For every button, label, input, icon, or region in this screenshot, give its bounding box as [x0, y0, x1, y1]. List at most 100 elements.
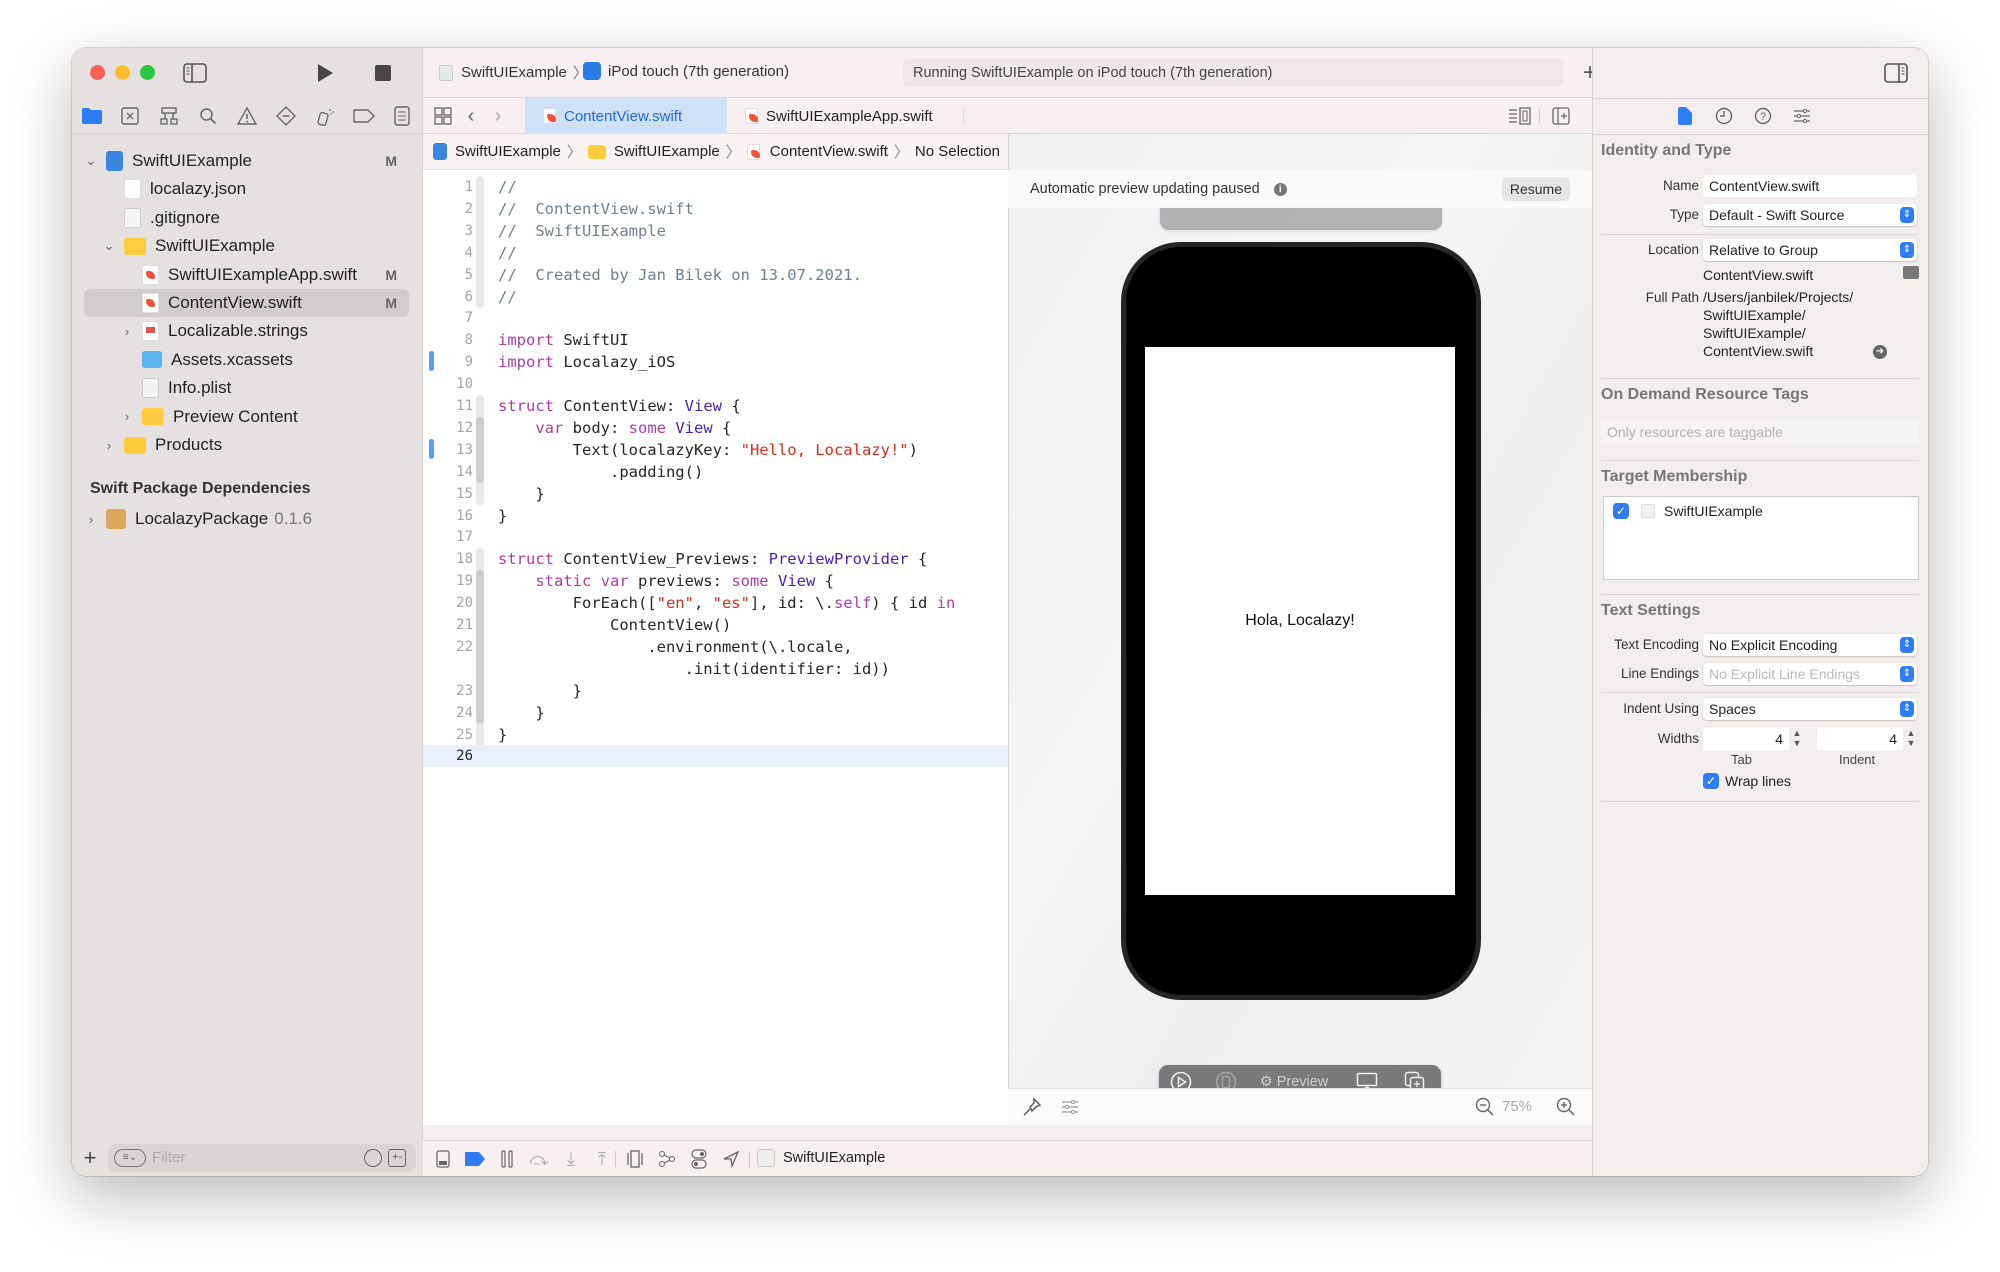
filter-input[interactable]: ≡⌄ Filter +- [108, 1144, 416, 1172]
step-out-icon[interactable]: ⤒ [590, 1147, 614, 1171]
chevron-right-icon[interactable]: › [102, 438, 116, 453]
navigator-item[interactable]: ContentView.swift M [84, 289, 409, 317]
indent-width-stepper[interactable]: ▲ ▼ [1905, 728, 1917, 750]
tab-width-field[interactable]: 4 [1703, 728, 1789, 750]
breadcrumb-item[interactable]: No Selection [915, 143, 1000, 160]
environment-overrides-icon[interactable] [687, 1147, 711, 1171]
inspector-panel: ? Identity and Type Name ContentView.swi… [1592, 48, 1928, 1176]
filter-options-icon[interactable]: ≡⌄ [114, 1149, 146, 1167]
forward-icon[interactable]: › [488, 104, 508, 128]
breadcrumb-item[interactable]: SwiftUIExample [614, 143, 720, 160]
source-editor[interactable]: 1 // 2 // ContentView.swift 3 // SwiftUIExamp… [423, 170, 1008, 1125]
target-row[interactable]: ✓ SwiftUIExample [1613, 503, 1763, 519]
resume-button[interactable]: Resume [1501, 177, 1570, 201]
line-endings-popup[interactable]: No Explicit Line Endings ⇕ [1703, 663, 1917, 685]
navigator-item[interactable]: › Products [84, 431, 409, 459]
report-icon[interactable] [390, 104, 414, 128]
chevron-right-icon: 〉 [893, 144, 909, 161]
encoding-popup[interactable]: No Explicit Encoding ⇕ [1703, 634, 1917, 656]
app-icon [757, 1149, 775, 1167]
tab-label: ContentView.swift [564, 107, 683, 125]
navigator-item[interactable]: Assets.xcassets [84, 346, 409, 374]
type-popup[interactable]: Default - Swift Source ⇕ [1703, 204, 1917, 226]
zoom-window-button[interactable] [140, 65, 155, 80]
hide-debug-area-icon[interactable] [431, 1147, 455, 1171]
navigator-item[interactable]: › Localizable.strings [84, 317, 409, 345]
source-control-icon[interactable] [118, 104, 142, 128]
history-icon[interactable] [1712, 104, 1736, 128]
step-over-icon[interactable]: ⤼ [527, 1147, 551, 1171]
wrap-lines-checkbox[interactable]: ✓ Wrap lines [1703, 773, 1791, 789]
zoom-in-icon[interactable] [1554, 1095, 1578, 1119]
help-icon[interactable]: ? [1751, 104, 1775, 128]
project-file-icon [106, 151, 123, 171]
target-checkbox[interactable]: ✓ [1613, 503, 1629, 519]
related-items-icon[interactable] [431, 104, 455, 128]
name-field[interactable]: ContentView.swift [1703, 175, 1917, 197]
stop-icon[interactable] [370, 60, 396, 86]
test-icon[interactable] [274, 104, 298, 128]
close-window-button[interactable] [90, 65, 105, 80]
navigator-item[interactable]: Info.plist [84, 374, 409, 402]
editor-options-icon[interactable] [1507, 104, 1533, 128]
indent-width-field[interactable]: 4 [1817, 728, 1903, 750]
chevron-down-icon[interactable]: ⌄ [102, 238, 116, 254]
breakpoint-icon[interactable] [352, 104, 376, 128]
breadcrumb-item[interactable]: SwiftUIExample [455, 143, 561, 160]
navigator-item[interactable]: ⌄ SwiftUIExample [84, 232, 409, 260]
run-icon[interactable] [312, 60, 338, 86]
indent-popup[interactable]: Spaces ⇕ [1703, 698, 1917, 720]
code-line: 21 ContentView() [423, 614, 1008, 636]
simulate-location-icon[interactable] [719, 1147, 743, 1171]
odr-tags-field[interactable]: Only resources are taggable [1601, 420, 1919, 444]
zoom-out-icon[interactable] [1473, 1095, 1497, 1119]
attributes-icon[interactable] [1790, 104, 1814, 128]
memory-graph-icon[interactable] [655, 1147, 679, 1171]
navigator-item[interactable]: localazy.json [84, 175, 409, 203]
back-icon[interactable]: ‹ [461, 104, 481, 128]
pause-icon[interactable] [495, 1147, 519, 1171]
navigator-item[interactable]: .gitignore [84, 204, 409, 232]
view-hierarchy-icon[interactable] [623, 1147, 647, 1171]
navigator-item[interactable]: › Preview Content [84, 403, 409, 431]
folder-icon[interactable] [80, 104, 104, 128]
tab-width-stepper[interactable]: ▲ ▼ [1791, 728, 1803, 750]
debug-icon[interactable] [313, 104, 337, 128]
navigator-item[interactable]: ⌄ SwiftUIExample M [84, 147, 409, 175]
recent-files-icon[interactable] [364, 1149, 382, 1167]
package-row[interactable]: › LocalazyPackage 0.1.6 [84, 505, 409, 533]
symbol-icon[interactable] [157, 104, 181, 128]
navigator-item[interactable]: SwiftUIExampleApp.swift M [84, 261, 409, 289]
reveal-in-finder-icon[interactable]: ➜ [1873, 345, 1887, 359]
folder-icon[interactable] [1903, 266, 1919, 279]
step-into-icon[interactable]: ⤓ [559, 1147, 583, 1171]
chevron-right-icon[interactable]: › [120, 409, 134, 424]
debug-target[interactable]: SwiftUIExample [757, 1149, 885, 1167]
issue-icon[interactable] [235, 104, 259, 128]
run-destination-selector[interactable]: iPod touch (7th generation) [583, 62, 789, 80]
add-icon[interactable]: + [80, 1145, 100, 1170]
file-icon[interactable] [1673, 104, 1697, 128]
inspector-toggle-icon[interactable] [1883, 60, 1909, 86]
minimize-window-button[interactable] [115, 65, 130, 80]
tab-swiftuiexampleapp-swift[interactable]: SwiftUIExampleApp.swift [727, 98, 957, 134]
source-control-filter-icon[interactable]: +- [388, 1149, 406, 1167]
add-editor-icon[interactable] [1549, 104, 1573, 128]
chevron-down-icon[interactable]: ⌄ [84, 153, 98, 169]
code-line: 15 } [423, 483, 1008, 505]
sidebar-toggle-icon[interactable] [182, 60, 208, 86]
breakpoints-toggle-icon[interactable] [463, 1147, 487, 1171]
popup-arrows-icon: ⇕ [1900, 637, 1914, 653]
code-line: 5 // Created by Jan Bilek on 13.07.2021. [423, 264, 1008, 286]
breadcrumb-item[interactable]: ContentView.swift [770, 143, 888, 160]
tab-contentview-swift[interactable]: ContentView.swift [525, 98, 727, 134]
search-icon[interactable] [196, 104, 220, 128]
chevron-right-icon[interactable]: › [120, 324, 134, 339]
location-popup[interactable]: Relative to Group ⇕ [1703, 239, 1917, 261]
canvas-settings-icon[interactable] [1058, 1095, 1082, 1119]
info-icon[interactable]: i [1273, 182, 1287, 196]
scheme-selector[interactable]: SwiftUIExample 〉 [439, 62, 594, 83]
code-token: // ContentView.swift [498, 199, 694, 218]
pin-icon[interactable] [1020, 1095, 1044, 1119]
chevron-right-icon[interactable]: › [84, 512, 98, 527]
